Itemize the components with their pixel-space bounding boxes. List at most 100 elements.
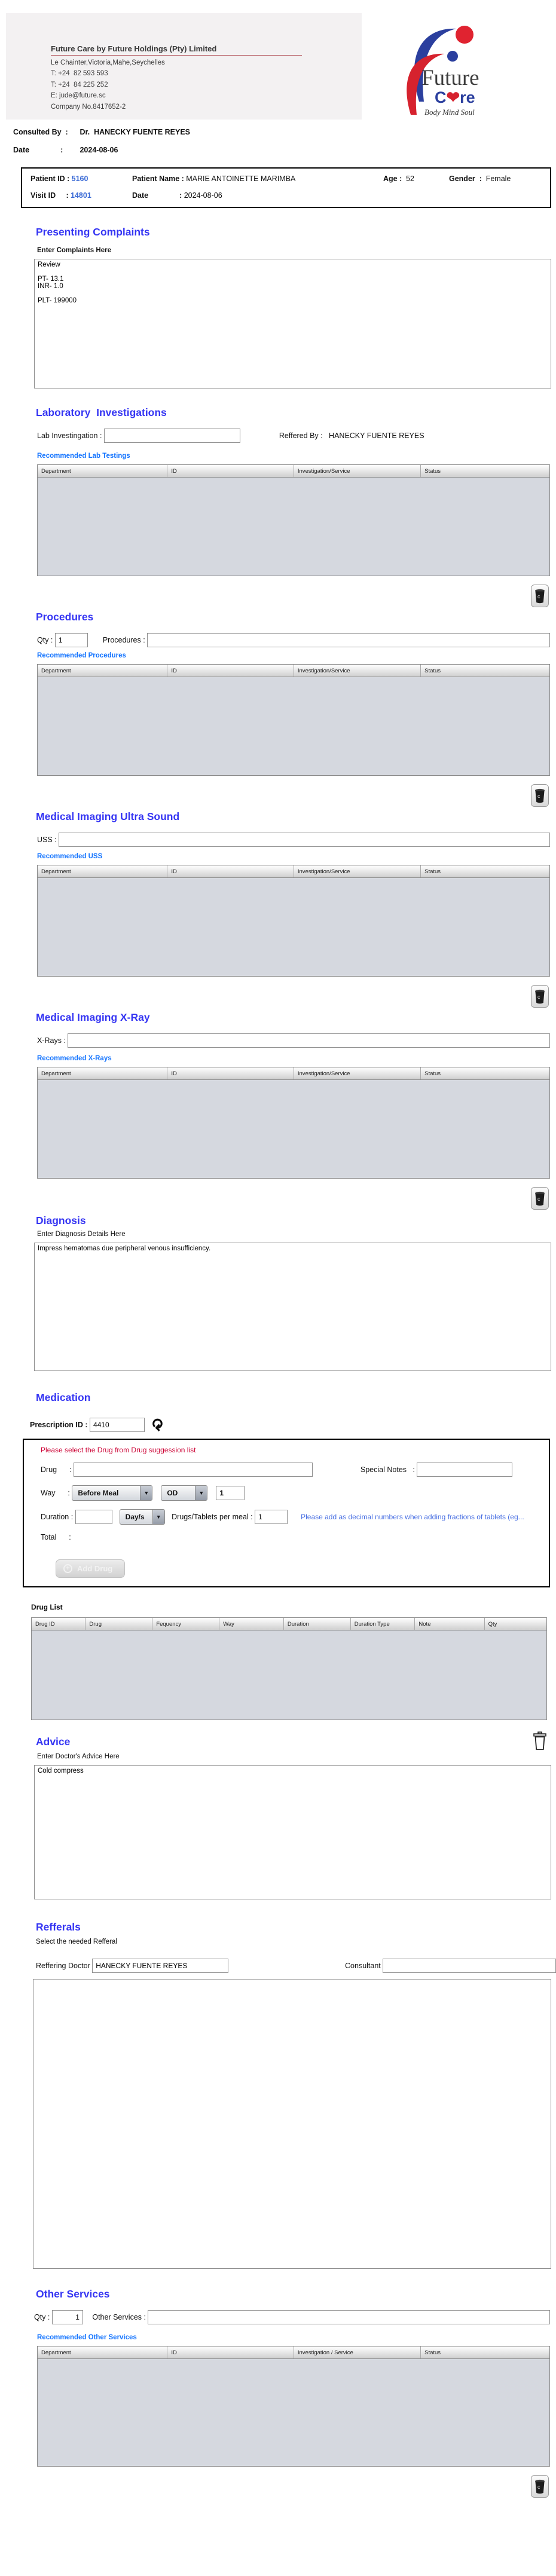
svg-text:Body Mind Soul: Body Mind Soul: [424, 108, 475, 117]
xray-title: Medical Imaging X-Ray: [36, 1011, 150, 1023]
chevron-down-icon: ▼: [195, 1486, 207, 1500]
company-info: Future Care by Future Holdings (Pty) Lim…: [6, 13, 362, 120]
uss-col-status: Status: [424, 868, 441, 875]
procedures-qty-label: Qty :: [37, 636, 55, 644]
other-qty-label: Qty :: [34, 2313, 52, 2321]
uss-col-department: Department: [38, 865, 168, 877]
svg-text:c: c: [537, 994, 540, 1000]
medication-entry-box: Please select the Drug from Drug suggess…: [23, 1439, 550, 1587]
refresh-icon: ⟳: [148, 1418, 166, 1431]
lab-table: Department ID Investigation/Service Stat…: [37, 464, 550, 576]
company-email: E: jude@future.sc: [51, 92, 106, 100]
xray-delete-button[interactable]: c: [531, 1187, 549, 1210]
duration-unit-value: Day/s: [125, 1513, 145, 1521]
proc-col-status: Status: [424, 668, 441, 674]
referrals-subtitle: Select the needed Refferal: [36, 1938, 117, 1945]
recommended-xray-link[interactable]: Recommended X-Rays: [37, 1055, 112, 1062]
other-qty-input[interactable]: [51, 2310, 83, 2324]
trash-icon: [533, 1731, 546, 1750]
proc-col-investigation: Investigation/Service: [294, 665, 421, 677]
patient-info-box: Patient ID : 5160 Patient Name : MARIE A…: [21, 167, 551, 208]
xray-col-id: ID: [167, 1067, 294, 1079]
referring-doctor-input[interactable]: [92, 1959, 229, 1973]
drug-list-delete-button[interactable]: [531, 1730, 549, 1752]
advice-label: Enter Doctor's Advice Here: [37, 1753, 120, 1760]
referrals-list-box: [33, 1979, 551, 2269]
company-number: Company No.8417652-2: [51, 103, 126, 111]
consulted-by-value: Dr. HANECKY FUENTE REYES: [80, 128, 191, 136]
patient-gender-label: Gender :: [449, 175, 484, 183]
duration-input[interactable]: [75, 1510, 112, 1524]
meal-timing-select[interactable]: Before Meal ▼: [72, 1485, 153, 1501]
uss-col-investigation: Investigation/Service: [294, 865, 421, 877]
frequency-value: OD: [167, 1489, 178, 1497]
laboratory-title: Laboratory Investigations: [36, 406, 167, 418]
xray-input[interactable]: [68, 1033, 550, 1048]
consultant-label: Consultant: [345, 1962, 383, 1970]
drug-col-way: Way: [219, 1618, 284, 1630]
refresh-prescription-button[interactable]: ⟳: [148, 1418, 166, 1431]
total-label: Total :: [41, 1533, 71, 1541]
svg-text:c: c: [537, 593, 540, 599]
lab-col-department: Department: [38, 465, 168, 477]
drug-col-duration-type: Duration Type: [351, 1618, 416, 1630]
uss-input[interactable]: [59, 833, 550, 847]
duration-unit-select[interactable]: Day/s ▼: [119, 1509, 165, 1525]
recommended-lab-testings-link[interactable]: Recommended Lab Testings: [37, 452, 130, 460]
consultant-input[interactable]: [383, 1959, 556, 1973]
company-name: Future Care by Future Holdings (Pty) Lim…: [51, 44, 302, 56]
prescription-id-input[interactable]: [90, 1418, 145, 1432]
trash-icon: c: [535, 589, 545, 604]
diagnosis-textarea[interactable]: Impress hematomas due peripheral venous …: [34, 1243, 551, 1371]
per-meal-label: Drugs/Tablets per meal :: [169, 1513, 255, 1521]
drug-col-duration: Duration: [284, 1618, 351, 1630]
other-services-delete-button[interactable]: c: [531, 2475, 549, 2498]
uss-delete-button[interactable]: c: [531, 985, 549, 1008]
other-services-input[interactable]: [148, 2310, 550, 2324]
complaints-label: Enter Complaints Here: [37, 247, 111, 254]
special-notes-label: Special Notes :: [360, 1466, 417, 1474]
procedures-delete-button[interactable]: c: [531, 784, 549, 807]
referred-by-label: Reffered By :: [279, 432, 329, 440]
other-col-status: Status: [424, 2349, 441, 2356]
drug-suggestion-hint: Please select the Drug from Drug suggess…: [41, 1446, 196, 1454]
lab-delete-button[interactable]: c: [531, 585, 549, 607]
drug-input[interactable]: [73, 1463, 313, 1477]
visit-id-value: 14801: [71, 191, 91, 200]
lab-investigation-input[interactable]: [103, 429, 240, 443]
proc-col-id: ID: [167, 665, 294, 677]
uss-col-id: ID: [167, 865, 294, 877]
diagnosis-label: Enter Diagnosis Details Here: [37, 1231, 126, 1238]
special-notes-input[interactable]: [417, 1463, 513, 1477]
way-qty-input[interactable]: [216, 1486, 245, 1500]
patient-row-1: Patient ID : 5160 Patient Name : MARIE A…: [30, 175, 542, 183]
recommended-uss-link[interactable]: Recommended USS: [37, 853, 102, 860]
patient-id-value: 5160: [71, 175, 88, 183]
add-drug-button[interactable]: + Add Drug: [56, 1559, 126, 1578]
complaints-textarea[interactable]: Review PT- 13.1 INR- 1.0 PLT- 199000: [34, 259, 551, 388]
consulted-by-label: Consulted By :: [13, 128, 68, 136]
fraction-note: Please add as decimal numbers when addin…: [301, 1513, 524, 1521]
frequency-select[interactable]: OD ▼: [161, 1485, 208, 1501]
referrals-title: Refferals: [36, 1921, 81, 1933]
drug-col-drug: Drug: [85, 1618, 153, 1630]
drug-col-id: Drug ID: [32, 1618, 86, 1630]
patient-age-value: 52: [406, 175, 414, 183]
procedures-input[interactable]: [147, 633, 550, 647]
advice-textarea[interactable]: Cold compress: [34, 1765, 551, 1899]
uss-table-body: [37, 878, 550, 977]
lab-investigation-label: Lab Investingation :: [37, 432, 104, 440]
recommended-other-services-link[interactable]: Recommended Other Services: [37, 2334, 137, 2341]
other-services-title: Other Services: [36, 2288, 110, 2300]
trash-icon: c: [535, 989, 545, 1004]
patient-row-2: Visit ID : 14801 Date : 2024-08-06: [30, 191, 542, 200]
drug-col-note: Note: [415, 1618, 485, 1630]
company-header-card: Future Care by Future Holdings (Pty) Lim…: [6, 13, 532, 120]
svg-text:c: c: [537, 1196, 540, 1202]
per-meal-input[interactable]: [255, 1510, 288, 1524]
xray-col-investigation: Investigation/Service: [294, 1067, 421, 1079]
patient-gender-value: Female: [485, 175, 511, 183]
visit-id-label: Visit ID :: [30, 191, 69, 200]
recommended-procedures-link[interactable]: Recommended Procedures: [37, 652, 126, 659]
procedures-qty-input[interactable]: [54, 633, 88, 647]
